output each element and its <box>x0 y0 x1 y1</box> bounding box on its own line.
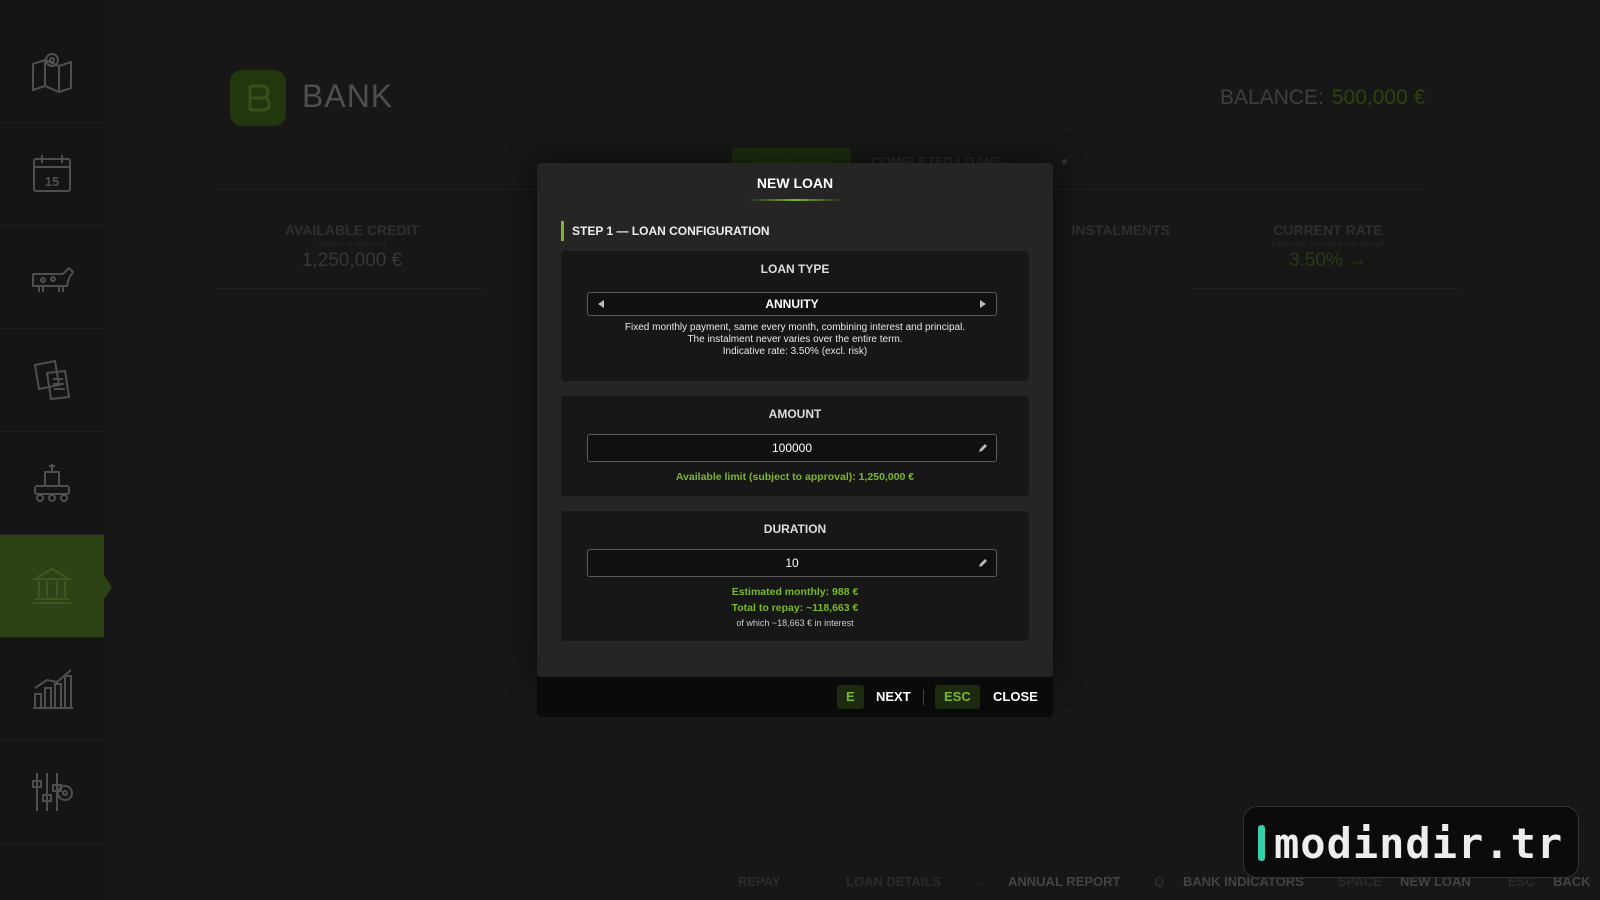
amount-title: AMOUNT <box>768 407 822 421</box>
total-to-repay: Total to repay: ~118,663 € <box>731 602 859 614</box>
new-loan-dialog: NEW LOAN STEP 1 — LOAN CONFIGURATION LOA… <box>537 163 1053 677</box>
loan-type-value: ANNUITY <box>765 297 819 311</box>
watermark-bar <box>1258 825 1265 861</box>
next-button[interactable]: NEXT <box>876 685 911 709</box>
arrow-right-icon[interactable] <box>980 300 986 308</box>
amount-limit: Available limit (subject to approval): 1… <box>675 471 915 483</box>
dialog-footer: E NEXT ESC CLOSE <box>537 677 1053 717</box>
loan-type-desc-1: Fixed monthly payment, same every month,… <box>624 322 966 333</box>
close-key[interactable]: ESC <box>935 685 980 709</box>
duration-input[interactable]: 10 <box>587 549 997 577</box>
amount-input[interactable]: 100000 <box>587 434 997 462</box>
amount-value: 100000 <box>771 441 813 455</box>
duration-title: DURATION <box>763 522 827 536</box>
footer-separator <box>923 689 924 705</box>
title-underline <box>747 199 843 201</box>
interest-note: of which ~18,663 € in interest <box>736 618 854 628</box>
arrow-left-icon[interactable] <box>598 300 604 308</box>
pencil-icon[interactable] <box>977 557 989 569</box>
loan-type-title: LOAN TYPE <box>760 262 830 276</box>
close-button[interactable]: CLOSE <box>993 685 1038 709</box>
dialog-title: NEW LOAN <box>756 175 834 191</box>
step-heading: STEP 1 — LOAN CONFIGURATION <box>561 221 770 241</box>
amount-panel: AMOUNT 100000 Available limit (subject t… <box>561 396 1029 496</box>
loan-type-desc-3: Indicative rate: 3.50% (excl. risk) <box>722 346 868 357</box>
next-key[interactable]: E <box>837 685 864 709</box>
estimated-monthly: Estimated monthly: 988 € <box>731 586 859 598</box>
pencil-icon[interactable] <box>977 442 989 454</box>
duration-value: 10 <box>785 556 799 570</box>
watermark: modindir.tr <box>1243 806 1579 878</box>
loan-type-panel: LOAN TYPE ANNUITY Fixed monthly payment,… <box>561 251 1029 381</box>
watermark-text: modindir.tr <box>1274 819 1564 868</box>
loan-type-desc-2: The instalment never varies over the ent… <box>687 334 903 345</box>
loan-type-selector[interactable]: ANNUITY <box>587 292 997 316</box>
duration-panel: DURATION 10 Estimated monthly: 988 € Tot… <box>561 511 1029 641</box>
